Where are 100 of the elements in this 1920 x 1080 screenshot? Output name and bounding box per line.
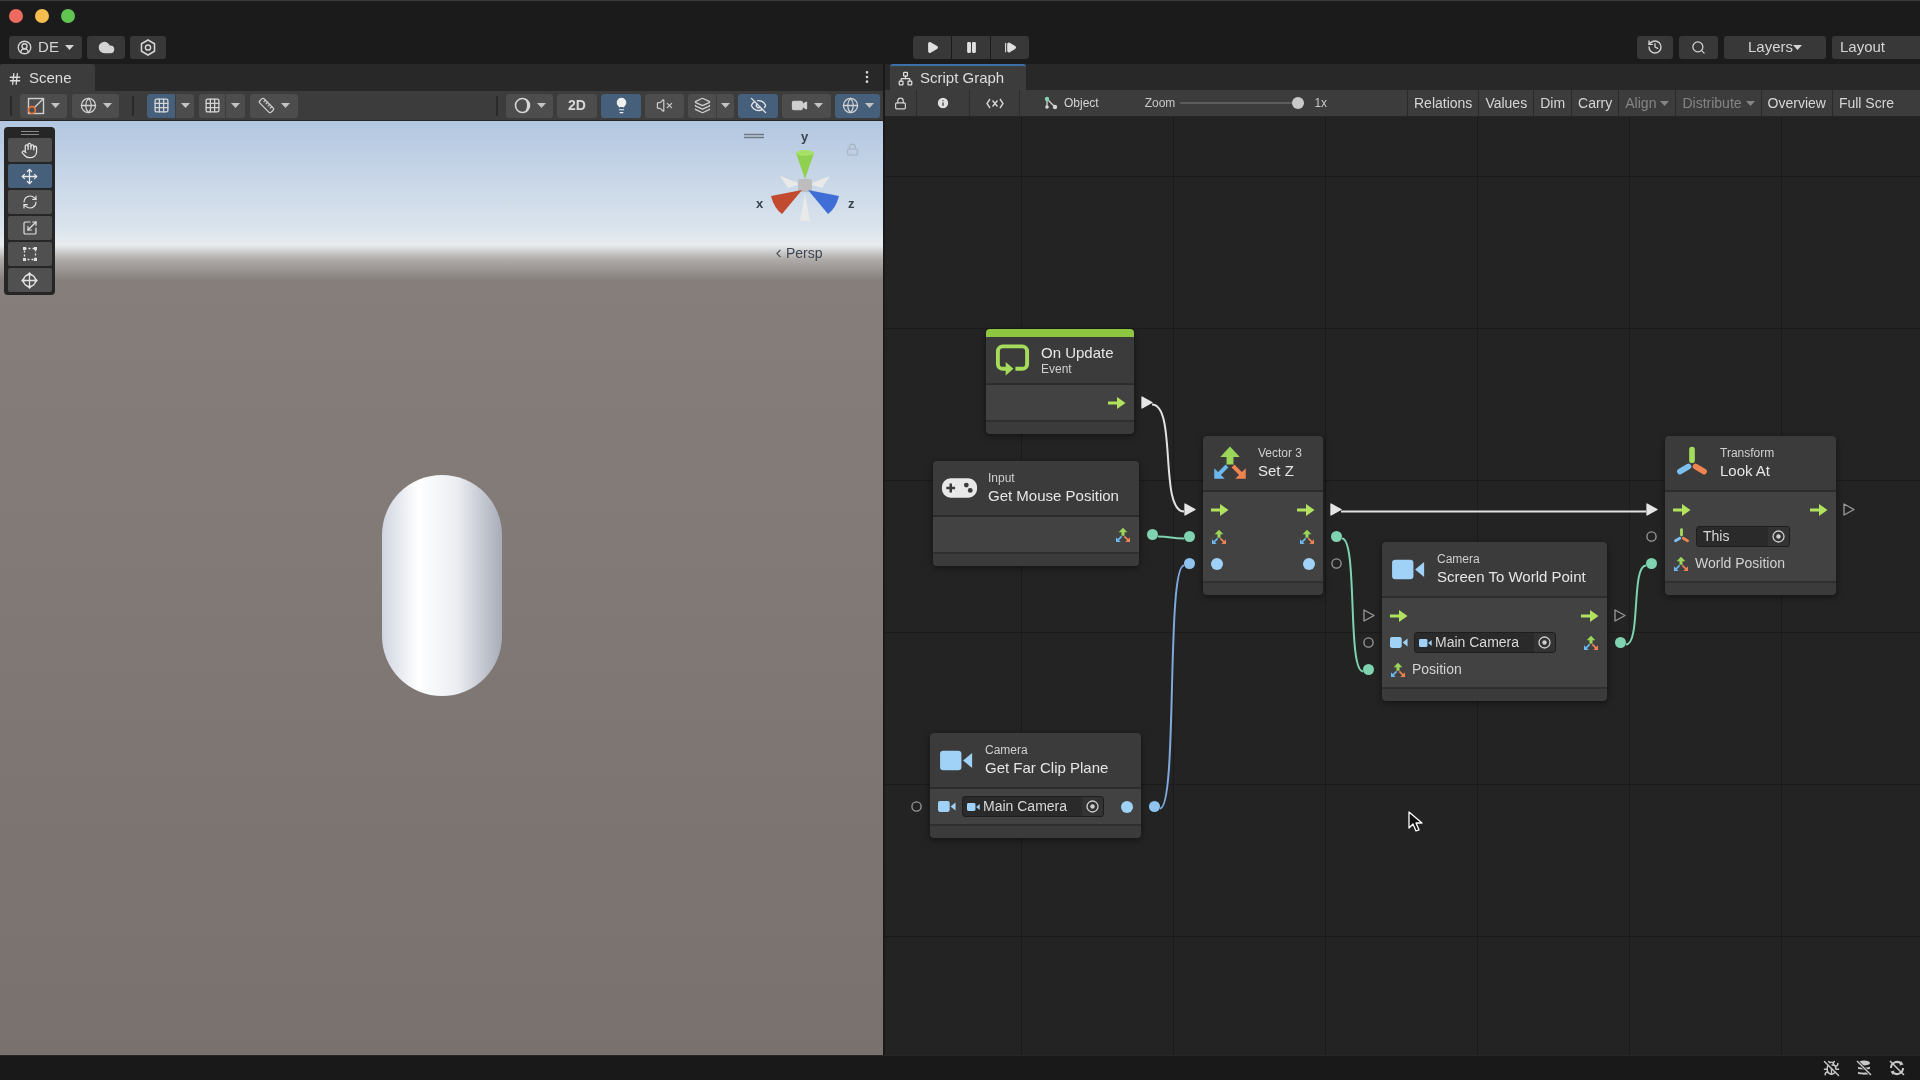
- dropdown-button[interactable]: [717, 93, 734, 118]
- object-field[interactable]: This: [1696, 526, 1790, 547]
- port-ring-icon[interactable]: [1331, 558, 1342, 569]
- account-dropdown[interactable]: DE: [9, 35, 82, 59]
- layout-dropdown[interactable]: Layout: [1832, 35, 1920, 59]
- flow-port-icon[interactable]: [1141, 396, 1153, 409]
- tool-button[interactable]: [7, 268, 52, 292]
- step-button[interactable]: [991, 35, 1029, 59]
- caret-icon: [281, 103, 290, 108]
- port-dot-icon[interactable]: [1184, 558, 1195, 569]
- draw-mode-dropdown[interactable]: [20, 93, 67, 118]
- port-ring-icon[interactable]: [911, 801, 922, 812]
- object-field[interactable]: Main Camera: [1414, 632, 1556, 653]
- rotate-arrows-icon: [21, 194, 38, 210]
- toolbar-button[interactable]: Relations: [1407, 90, 1479, 116]
- cloud-button[interactable]: [87, 35, 125, 59]
- lighting-toggle[interactable]: [601, 93, 641, 118]
- dropdown-button[interactable]: [226, 93, 245, 118]
- gamepad-icon: [941, 477, 978, 499]
- toolbar-button[interactable]: Values: [1478, 90, 1534, 116]
- grid-toggle[interactable]: [147, 93, 175, 118]
- globe-dropdown[interactable]: [72, 93, 119, 118]
- view-2d-button[interactable]: 2D: [557, 93, 597, 118]
- close-icon[interactable]: [9, 8, 23, 23]
- port-dot-icon[interactable]: [1331, 531, 1342, 542]
- hash-icon: [8, 71, 22, 86]
- flow-port-icon[interactable]: [1330, 503, 1342, 516]
- dot-icon: [1121, 800, 1133, 813]
- ruler-icon: [258, 97, 275, 114]
- play-button[interactable]: [913, 35, 951, 59]
- flow-port-outline-icon[interactable]: [1843, 503, 1855, 516]
- maximize-icon[interactable]: [61, 8, 75, 23]
- axis-cone: [780, 176, 801, 188]
- zoom-slider[interactable]: [1180, 97, 1305, 109]
- hand-icon: [21, 141, 38, 159]
- grid-snap-toggle[interactable]: [199, 93, 225, 118]
- node-title: Look At: [1720, 462, 1772, 480]
- pause-button[interactable]: [952, 35, 990, 59]
- move-arrows-icon: [21, 167, 38, 185]
- toolbar-button[interactable]: Carry: [1571, 90, 1619, 116]
- port-dot-icon[interactable]: [1615, 637, 1626, 648]
- port-label: Position: [1412, 660, 1462, 679]
- gizmos-dropdown[interactable]: [835, 93, 880, 118]
- layers-dropdown[interactable]: Layers: [1724, 35, 1826, 59]
- port-ring-icon[interactable]: [1363, 637, 1374, 648]
- shading-dropdown[interactable]: [506, 93, 553, 118]
- target-icon: [1772, 530, 1785, 543]
- port-ring-icon[interactable]: [1646, 531, 1657, 542]
- crossed-bug-icon[interactable]: [1823, 1059, 1840, 1077]
- arrow-right-icon: [1390, 609, 1408, 622]
- caret-icon: [51, 103, 60, 108]
- axis-arrows-icon: [1583, 634, 1599, 651]
- audio-toggle[interactable]: [645, 93, 684, 118]
- toolbar-button[interactable]: Full Scre: [1831, 90, 1901, 116]
- toolbar-button[interactable]: Dim: [1533, 90, 1572, 116]
- info-icon: [936, 96, 950, 110]
- caret-icon: [231, 103, 240, 108]
- port-dot-icon[interactable]: [1184, 531, 1195, 542]
- flow-port-outline-icon[interactable]: [1614, 609, 1626, 622]
- flow-port-outline-icon[interactable]: [1363, 609, 1375, 622]
- crossed-refresh-icon[interactable]: [1888, 1059, 1906, 1077]
- z-axis-cone[interactable]: [808, 190, 839, 214]
- toolbar-button[interactable]: Overview: [1760, 90, 1832, 116]
- zoom-reading: 1x: [1314, 95, 1328, 112]
- visibility-toggle[interactable]: [738, 93, 778, 118]
- flow-port-icon[interactable]: [1646, 503, 1658, 516]
- tool-button[interactable]: [7, 242, 52, 266]
- port-dot-icon[interactable]: [1149, 801, 1160, 812]
- crossed-database-icon[interactable]: [1855, 1059, 1873, 1077]
- history-button[interactable]: [1637, 35, 1673, 59]
- port-dot-icon[interactable]: [1363, 664, 1374, 675]
- minimize-icon[interactable]: [35, 8, 49, 23]
- pause-icon: [964, 40, 978, 54]
- panel-tab[interactable]: Scene: [0, 64, 95, 91]
- drag-handle-icon[interactable]: [744, 133, 764, 139]
- port-dot-icon[interactable]: [1147, 529, 1158, 540]
- node-title: Get Mouse Position: [988, 487, 1119, 505]
- effects-toggle[interactable]: [688, 93, 716, 118]
- collaborate-button[interactable]: [130, 35, 166, 59]
- x-axis-cone[interactable]: [771, 190, 802, 214]
- dropdown-button[interactable]: [176, 93, 194, 118]
- axis-cone: [800, 193, 810, 221]
- tool-button[interactable]: [7, 216, 52, 240]
- hexagon-icon: [140, 38, 156, 56]
- ruler-dropdown[interactable]: [250, 93, 298, 118]
- camera-dropdown[interactable]: [782, 93, 831, 118]
- caret-icon: [1745, 100, 1755, 106]
- axis-arrows-icon: [1211, 528, 1227, 545]
- projection-label[interactable]: Persp: [786, 243, 823, 264]
- tool-button[interactable]: [7, 164, 52, 188]
- tool-button[interactable]: [7, 138, 52, 162]
- object-field[interactable]: Main Camera: [962, 796, 1104, 817]
- flow-port-icon[interactable]: [1184, 503, 1196, 516]
- axis-arrows-icon: [1211, 445, 1248, 481]
- search-button[interactable]: [1679, 35, 1718, 59]
- panel-tab[interactable]: Script Graph: [890, 64, 1026, 90]
- object-button[interactable]: Object: [1044, 94, 1099, 112]
- slider-thumb[interactable]: [1292, 97, 1305, 109]
- tool-button[interactable]: [7, 190, 52, 214]
- port-dot-icon[interactable]: [1646, 558, 1657, 569]
